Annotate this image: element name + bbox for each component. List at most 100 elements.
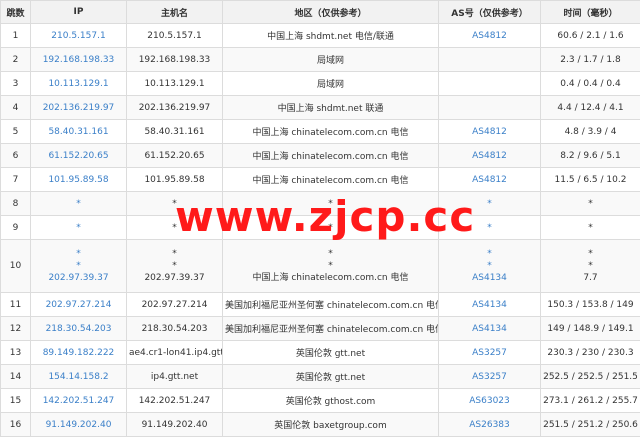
ip-link[interactable]: 61.152.20.65 <box>31 144 127 168</box>
ip-link-line[interactable]: 61.152.20.65 <box>33 151 124 161</box>
ip-link[interactable]: 154.14.158.2 <box>31 365 127 389</box>
hostname-cell: 61.152.20.65 <box>127 144 223 168</box>
asn-link[interactable] <box>439 96 541 120</box>
asn-link-line[interactable]: AS4134 <box>441 272 538 284</box>
ip-link-line[interactable]: 202.136.219.97 <box>33 103 124 113</box>
ip-link[interactable]: 202.136.219.97 <box>31 96 127 120</box>
ip-link-line[interactable]: 192.168.198.33 <box>33 55 124 65</box>
table-row: 9***** <box>1 216 640 240</box>
hostname-cell: 10.113.129.1 <box>127 72 223 96</box>
asn-link[interactable]: AS4134 <box>439 317 541 341</box>
asn-link-line[interactable]: * <box>441 223 538 233</box>
asn-link-line[interactable]: AS3257 <box>441 372 538 382</box>
ip-link[interactable]: 142.202.51.247 <box>31 389 127 413</box>
asn-link-line[interactable]: AS4134 <box>441 324 538 334</box>
ip-link-line[interactable]: 202.97.39.37 <box>33 272 124 284</box>
ip-link[interactable]: 218.30.54.203 <box>31 317 127 341</box>
ip-link[interactable]: * <box>31 192 127 216</box>
ip-link-line[interactable]: 89.149.182.222 <box>33 348 124 358</box>
ip-link-line[interactable]: 202.97.27.214 <box>33 300 124 310</box>
region-cell: 英国伦敦 gtt.net <box>223 341 439 365</box>
time-cell: 0.4 / 0.4 / 0.4 <box>541 72 640 96</box>
header-hop: 跳数 <box>1 1 31 24</box>
ip-link-line[interactable]: 142.202.51.247 <box>33 396 124 406</box>
time-cell: 230.3 / 230 / 230.3 <box>541 341 640 365</box>
region-cell-line: 美国加利福尼亚州圣何塞 chinatelecom.com.cn 电信 <box>225 298 436 311</box>
time-cell-line: 8.2 / 9.6 / 5.1 <box>543 151 638 161</box>
asn-link-line[interactable]: AS26383 <box>441 420 538 430</box>
header-row: 跳数 IP 主机名 地区（仅供参考） AS号（仅供参考） 时间（毫秒） <box>1 1 640 24</box>
ip-link[interactable]: 58.40.31.161 <box>31 120 127 144</box>
asn-link[interactable]: AS4812 <box>439 24 541 48</box>
time-cell: 4.8 / 3.9 / 4 <box>541 120 640 144</box>
ip-link[interactable]: 91.149.202.40 <box>31 413 127 437</box>
region-cell: * <box>223 192 439 216</box>
asn-link-line[interactable]: AS63023 <box>441 396 538 406</box>
asn-link-line[interactable]: AS3257 <box>441 348 538 358</box>
hostname-cell-line: * <box>129 199 220 209</box>
region-cell: 局域网 <box>223 72 439 96</box>
hostname-cell-line: 101.95.89.58 <box>129 175 220 185</box>
ip-link[interactable]: 10.113.129.1 <box>31 72 127 96</box>
hop-cell: 13 <box>1 341 31 365</box>
ip-link[interactable]: * <box>31 216 127 240</box>
region-cell-line: 英国伦敦 gthost.com <box>225 394 436 407</box>
asn-link[interactable]: AS4134 <box>439 293 541 317</box>
ip-link-line[interactable]: 210.5.157.1 <box>33 31 124 41</box>
asn-link-line[interactable]: AS4812 <box>441 127 538 137</box>
ip-link-line[interactable]: 58.40.31.161 <box>33 127 124 137</box>
asn-link-line[interactable]: * <box>441 248 538 260</box>
asn-link-line[interactable]: AS4134 <box>441 300 538 310</box>
asn-link[interactable]: * <box>439 192 541 216</box>
asn-link[interactable]: AS63023 <box>439 389 541 413</box>
table-row: 2192.168.198.33192.168.198.33局域网2.3 / 1.… <box>1 48 640 72</box>
hostname-cell: 210.5.157.1 <box>127 24 223 48</box>
ip-link[interactable]: 89.149.182.222 <box>31 341 127 365</box>
ip-link-line[interactable]: 91.149.202.40 <box>33 420 124 430</box>
hostname-cell-line: * <box>129 260 220 272</box>
time-cell: 8.2 / 9.6 / 5.1 <box>541 144 640 168</box>
ip-link-line[interactable]: 154.14.158.2 <box>33 372 124 382</box>
ip-link-line[interactable]: 10.113.129.1 <box>33 79 124 89</box>
region-cell-line: 美国加利福尼亚州圣何塞 chinatelecom.com.cn 电信 <box>225 322 436 335</box>
asn-link[interactable]: AS26383 <box>439 413 541 437</box>
ip-link-line[interactable]: * <box>33 199 124 209</box>
asn-link[interactable]: AS3257 <box>439 365 541 389</box>
header-region: 地区（仅供参考） <box>223 1 439 24</box>
asn-link[interactable]: AS4812 <box>439 168 541 192</box>
time-cell-line: 0.4 / 0.4 / 0.4 <box>543 79 638 89</box>
asn-link[interactable]: AS4812 <box>439 144 541 168</box>
region-cell-line: 局域网 <box>225 53 436 66</box>
ip-link[interactable]: **202.97.39.37 <box>31 240 127 293</box>
hop-cell: 2 <box>1 48 31 72</box>
ip-link-line[interactable]: * <box>33 223 124 233</box>
asn-link-line[interactable]: * <box>441 199 538 209</box>
asn-link[interactable]: **AS4134 <box>439 240 541 293</box>
table-row: 310.113.129.110.113.129.1局域网0.4 / 0.4 / … <box>1 72 640 96</box>
hostname-cell-line: 202.97.39.37 <box>129 272 220 284</box>
asn-link-line[interactable]: * <box>441 260 538 272</box>
region-cell: 美国加利福尼亚州圣何塞 chinatelecom.com.cn 电信 <box>223 317 439 341</box>
ip-link[interactable]: 192.168.198.33 <box>31 48 127 72</box>
ip-link[interactable]: 202.97.27.214 <box>31 293 127 317</box>
ip-link-line[interactable]: 101.95.89.58 <box>33 175 124 185</box>
ip-link[interactable]: 101.95.89.58 <box>31 168 127 192</box>
asn-link[interactable] <box>439 72 541 96</box>
asn-link-line[interactable]: AS4812 <box>441 175 538 185</box>
asn-link-line[interactable]: AS4812 <box>441 31 538 41</box>
asn-link[interactable]: AS4812 <box>439 120 541 144</box>
asn-link[interactable]: * <box>439 216 541 240</box>
ip-link-line[interactable]: * <box>33 260 124 272</box>
time-cell-line: 7.7 <box>543 272 638 284</box>
hostname-cell: 142.202.51.247 <box>127 389 223 413</box>
ip-link[interactable]: 210.5.157.1 <box>31 24 127 48</box>
asn-link[interactable] <box>439 48 541 72</box>
table-row: 558.40.31.16158.40.31.161中国上海 chinatelec… <box>1 120 640 144</box>
time-cell-line: 4.4 / 12.4 / 4.1 <box>543 103 638 113</box>
region-cell-line: 英国伦敦 gtt.net <box>225 370 436 383</box>
ip-link-line[interactable]: * <box>33 248 124 260</box>
time-cell-line: 150.3 / 153.8 / 149 <box>543 300 638 310</box>
asn-link[interactable]: AS3257 <box>439 341 541 365</box>
asn-link-line[interactable]: AS4812 <box>441 151 538 161</box>
ip-link-line[interactable]: 218.30.54.203 <box>33 324 124 334</box>
